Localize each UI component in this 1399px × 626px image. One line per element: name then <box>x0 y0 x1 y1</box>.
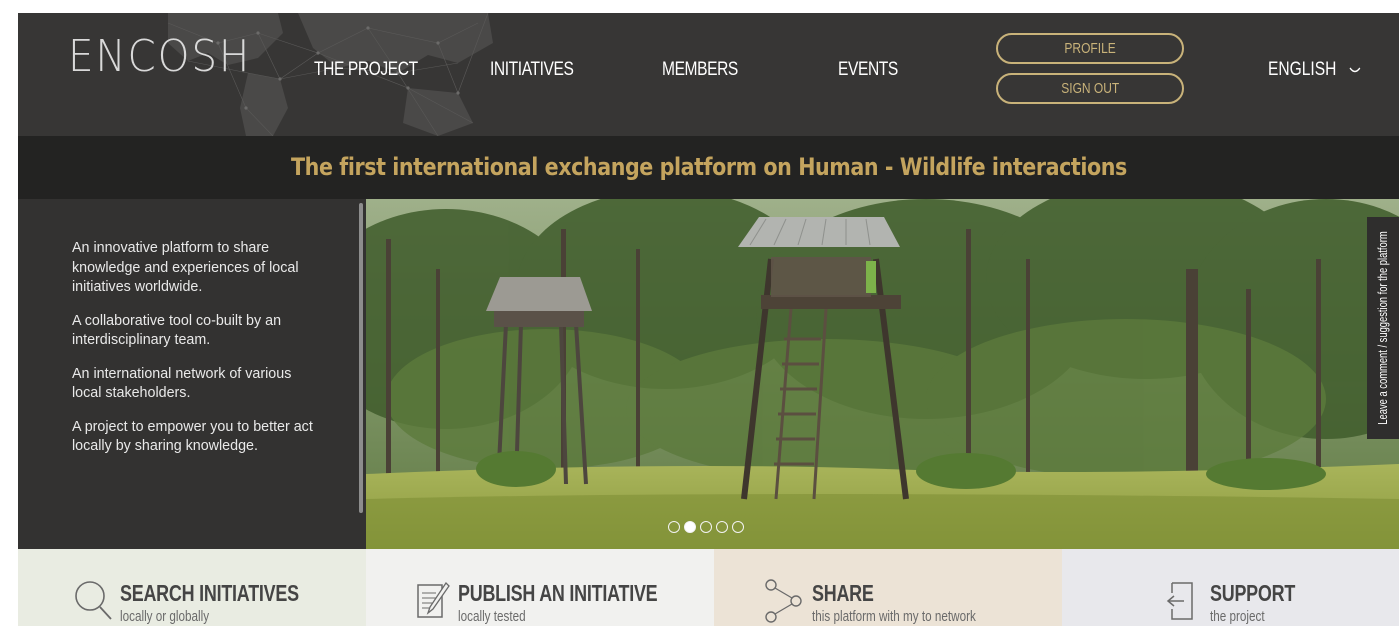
profile-button-label: PROFILE <box>1064 40 1116 57</box>
carousel-dot-active[interactable] <box>684 521 696 533</box>
tile-publish-initiative[interactable]: PUBLISH AN INITIATIVE locally tested <box>366 549 714 626</box>
sign-out-button-label: SIGN OUT <box>1060 80 1119 97</box>
tile-share[interactable]: SHARE this platform with my to network <box>714 549 1062 626</box>
profile-button[interactable]: PROFILE <box>996 33 1184 64</box>
hero-carousel: Leave a comment / suggestion for the pla… <box>366 199 1399 549</box>
carousel-dot[interactable] <box>716 521 728 533</box>
nav-the-project[interactable]: THE PROJECT <box>314 59 418 81</box>
tile-title: PUBLISH AN INITIATIVE <box>458 580 658 606</box>
chevron-down-icon <box>1349 59 1361 81</box>
site-header: ENCOSH THE PROJECT INITIATIVES MEMBERS E… <box>18 13 1399 136</box>
carousel-dot[interactable] <box>700 521 712 533</box>
feedback-tab-label: Leave a comment / suggestion for the pla… <box>1376 231 1390 425</box>
intro-paragraph: An international network of various loca… <box>72 365 292 402</box>
tagline-banner: The first international exchange platfor… <box>18 136 1399 199</box>
tile-support[interactable]: SUPPORT the project <box>1062 549 1399 626</box>
share-icon <box>764 577 804 626</box>
door-enter-icon <box>1166 581 1196 626</box>
carousel-dot[interactable] <box>668 521 680 533</box>
tile-title: SEARCH INITIATIVES <box>120 580 299 606</box>
page: ENCOSH THE PROJECT INITIATIVES MEMBERS E… <box>18 13 1399 626</box>
tile-search-initiatives[interactable]: SEARCH INITIATIVES locally or globally <box>18 549 366 626</box>
intro-panel: An innovative platform to share knowledg… <box>18 199 366 549</box>
carousel-dot[interactable] <box>732 521 744 533</box>
tile-title: SUPPORT <box>1210 580 1296 606</box>
tile-subtitle: the project <box>1210 608 1265 625</box>
intro-text: An innovative platform to share knowledg… <box>72 239 322 471</box>
intro-paragraph: A collaborative tool co-built by an inte… <box>72 312 282 349</box>
tile-title: SHARE <box>812 580 874 606</box>
search-icon <box>73 579 113 626</box>
intro-paragraph: A project to empower you to better act l… <box>72 418 313 455</box>
site-logo[interactable]: ENCOSH <box>68 31 251 82</box>
language-label: ENGLISH <box>1268 59 1337 80</box>
nav-initiatives[interactable]: INITIATIVES <box>490 59 574 81</box>
intro-paragraph: An innovative platform to share knowledg… <box>72 240 299 295</box>
tile-subtitle: locally or globally <box>120 608 210 625</box>
sign-out-button[interactable]: SIGN OUT <box>996 73 1184 104</box>
nav-events[interactable]: EVENTS <box>838 59 898 81</box>
tile-subtitle: this platform with my to network <box>812 608 976 625</box>
feedback-tab[interactable]: Leave a comment / suggestion for the pla… <box>1367 217 1399 439</box>
tile-subtitle: locally tested <box>458 608 526 625</box>
carousel-pagination <box>668 520 748 534</box>
tagline-title: The first international exchange platfor… <box>290 153 1127 181</box>
intro-scrollbar[interactable] <box>359 203 363 513</box>
language-selector[interactable]: ENGLISH <box>1268 59 1361 81</box>
hero-image-watchtowers <box>366 199 1399 549</box>
document-edit-icon <box>416 579 450 624</box>
nav-members[interactable]: MEMBERS <box>662 59 738 81</box>
